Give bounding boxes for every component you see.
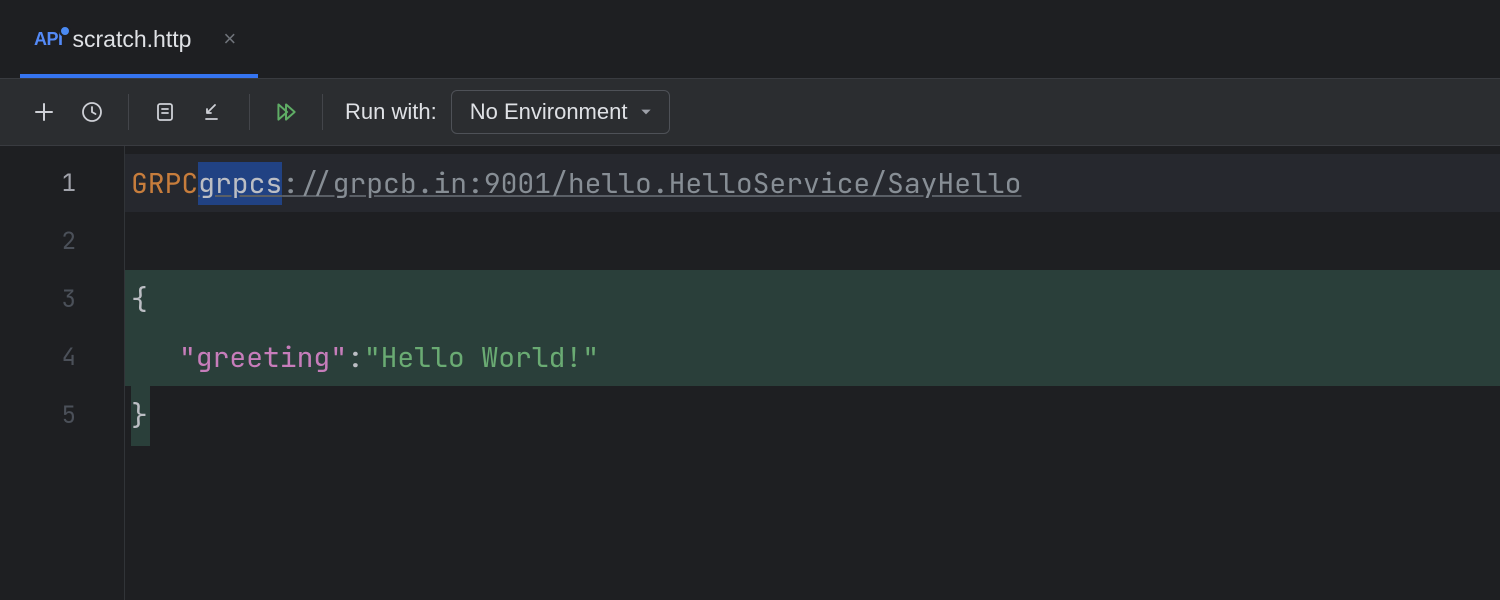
chevron-down-icon [639,105,653,119]
line-number: 5 [0,386,124,444]
toolbar-separator [322,94,323,130]
run-all-icon [273,99,299,125]
code-line[interactable]: } [125,386,1500,444]
run-all-button[interactable] [264,90,308,134]
json-colon: : [347,339,364,376]
history-icon [80,100,104,124]
plus-icon [32,100,56,124]
add-request-button[interactable] [22,90,66,134]
code-line[interactable]: { [125,270,1500,328]
line-number: 1 [0,154,124,212]
json-key: "greeting" [179,339,347,376]
environment-select[interactable]: No Environment [451,90,671,134]
close-tab-button[interactable]: × [223,26,236,52]
line-number: 2 [0,212,124,270]
url-scheme-selected: grpcs [198,162,282,205]
line-number-gutter: 1 2 3 4 5 [0,146,125,600]
editor-toolbar: Run with: No Environment [0,78,1500,146]
url-rest: ://grpcb.in:9001/hello.HelloService/SayH… [282,165,1021,202]
run-with-section: Run with: No Environment [345,90,670,134]
code-line[interactable] [125,212,1500,270]
file-tab[interactable]: API scratch.http × [20,0,258,78]
tab-filename: scratch.http [73,26,192,53]
environment-selected-label: No Environment [470,99,628,125]
run-with-label: Run with: [345,99,437,125]
request-url: grpcs://grpcb.in:9001/hello.HelloService… [198,165,1021,202]
examples-button[interactable] [143,90,187,134]
import-button[interactable] [191,90,235,134]
toolbar-separator [249,94,250,130]
line-number: 3 [0,270,124,328]
import-icon [201,100,225,124]
history-button[interactable] [70,90,114,134]
line-number: 4 [0,328,124,386]
json-close-brace: } [131,385,150,446]
code-line[interactable]: GRPC grpcs://grpcb.in:9001/hello.HelloSe… [125,154,1500,212]
toolbar-separator [128,94,129,130]
tab-bar: API scratch.http × [0,0,1500,78]
code-line[interactable]: "greeting": "Hello World!" [125,328,1500,386]
examples-icon [153,100,177,124]
code-editor[interactable]: 1 2 3 4 5 GRPC grpcs://grpcb.in:9001/hel… [0,146,1500,600]
api-file-icon: API [34,29,63,50]
code-area[interactable]: GRPC grpcs://grpcb.in:9001/hello.HelloSe… [125,146,1500,600]
json-open-brace: { [131,281,148,318]
request-method: GRPC [131,165,198,202]
json-string-value: "Hello World!" [364,339,599,376]
